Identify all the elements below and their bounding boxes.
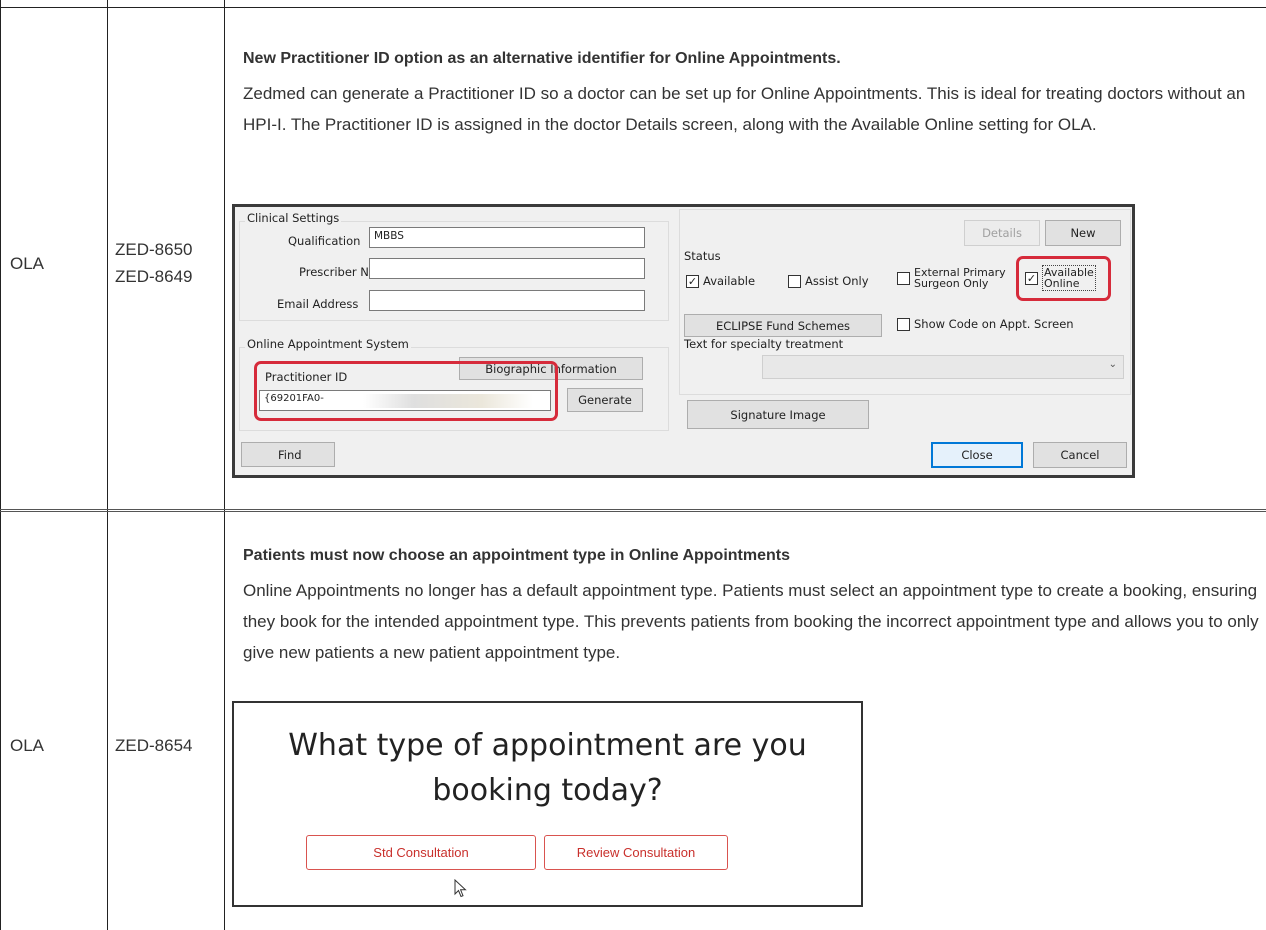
show-code-box [897, 317, 910, 331]
show-code-label: Show Code on Appt. Screen [914, 317, 1074, 331]
row2-title: Patients must now choose an appointment … [243, 547, 790, 564]
assist-only-label: Assist Only [805, 274, 869, 288]
row2-ticket-1: ZED-8654 [115, 736, 193, 755]
table-divider-2 [224, 0, 225, 930]
assist-only-checkbox[interactable]: Assist Only [788, 274, 869, 288]
specialty-label: Text for specialty treatment [684, 337, 844, 351]
table-left-border [0, 0, 1, 930]
clinical-settings-title: Clinical Settings [245, 211, 342, 225]
external-primary-text: External Primary Surgeon Only [914, 267, 1006, 289]
chevron-down-icon: ⌄ [1108, 359, 1117, 370]
review-consultation-button[interactable]: Review Consultation [544, 835, 728, 870]
prescriber-label: Prescriber No [299, 265, 376, 279]
external-primary-checkbox[interactable]: External Primary Surgeon Only [897, 267, 1006, 289]
available-checkbox[interactable]: ✓ Available [686, 274, 755, 288]
generate-button[interactable]: Generate [567, 388, 643, 412]
show-code-checkbox[interactable]: Show Code on Appt. Screen [897, 317, 1074, 331]
close-button[interactable]: Close [931, 442, 1023, 468]
email-field[interactable] [369, 290, 645, 311]
row-separator [0, 509, 1266, 512]
table-divider-1 [107, 0, 108, 930]
practitioner-id-highlight [254, 361, 558, 421]
eclipse-fund-schemes-button[interactable]: ECLIPSE Fund Schemes [684, 314, 882, 337]
cancel-button[interactable]: Cancel [1033, 442, 1127, 468]
mouse-cursor-icon [454, 879, 467, 898]
row2-category: OLA [10, 736, 45, 755]
doctor-details-dialog: Clinical Settings Qualification MBBS Pre… [232, 204, 1135, 478]
assist-only-box [788, 274, 801, 288]
row1-ticket-1: ZED-8650 [115, 240, 193, 259]
question-line-2: booking today? [432, 773, 663, 808]
qualification-label: Qualification [288, 234, 361, 248]
row1-description: New Practitioner ID option as an alterna… [243, 48, 1263, 140]
appointment-question: What type of appointment are you booking… [234, 723, 861, 813]
online-system-title: Online Appointment System [245, 337, 411, 351]
appointment-type-card: What type of appointment are you booking… [232, 701, 863, 907]
row1-ticket-2: ZED-8649 [115, 267, 193, 286]
external-primary-line2: Surgeon Only [914, 277, 989, 290]
email-label: Email Address [277, 297, 359, 311]
specialty-dropdown[interactable]: ⌄ [762, 355, 1124, 379]
available-online-highlight [1016, 256, 1111, 301]
std-consultation-button[interactable]: Std Consultation [306, 835, 536, 870]
row2-body: Online Appointments no longer has a defa… [243, 581, 1259, 662]
status-label: Status [684, 249, 721, 263]
new-button[interactable]: New [1045, 220, 1121, 246]
external-primary-box [897, 271, 910, 285]
row1-title: New Practitioner ID option as an alterna… [243, 50, 841, 67]
details-button[interactable]: Details [964, 220, 1040, 246]
row1-category: OLA [10, 254, 45, 273]
prescriber-field[interactable] [369, 258, 645, 279]
available-check-icon: ✓ [686, 274, 699, 288]
qualification-field[interactable]: MBBS [369, 227, 645, 248]
row1-body: Zedmed can generate a Practitioner ID so… [243, 84, 1246, 134]
signature-image-button[interactable]: Signature Image [687, 400, 869, 429]
find-button[interactable]: Find [241, 442, 335, 467]
question-line-1: What type of appointment are you [288, 728, 807, 763]
table-top-border [0, 7, 1266, 8]
row2-description: Patients must now choose an appointment … [243, 545, 1263, 668]
available-label: Available [703, 274, 756, 288]
